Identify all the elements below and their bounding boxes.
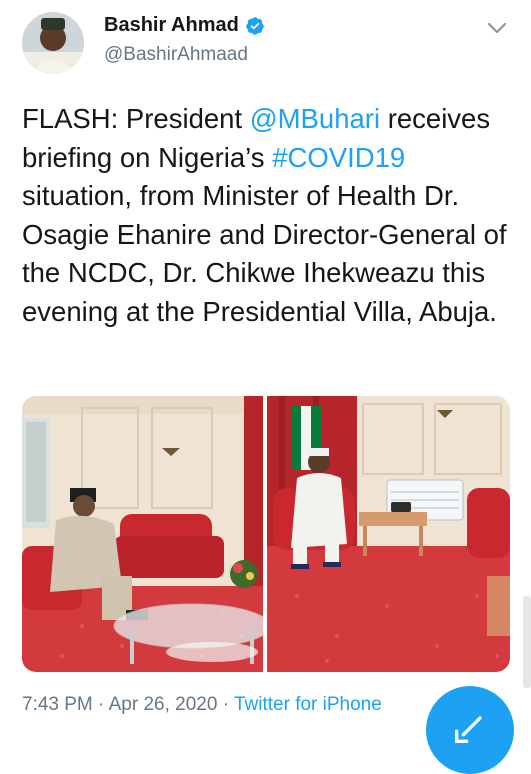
chevron-down-icon[interactable] bbox=[486, 20, 508, 36]
media-grid bbox=[22, 396, 510, 672]
compose-tweet-icon bbox=[455, 716, 482, 743]
author-handle[interactable]: @BashirAhmaad bbox=[104, 44, 248, 66]
tweet-source-link[interactable]: Twitter for iPhone bbox=[234, 694, 382, 715]
photo-1[interactable] bbox=[22, 396, 263, 672]
tweet-text-part: situation, from Minister of Health Dr. O… bbox=[22, 180, 507, 327]
meta-separator: · bbox=[92, 694, 109, 715]
briefing-photo bbox=[22, 396, 263, 672]
mention-link[interactable]: @MBuhari bbox=[250, 103, 380, 134]
author-name-row: Bashir Ahmad bbox=[104, 14, 265, 37]
president-photo bbox=[267, 396, 510, 672]
tweet-meta: 7:43 PM · Apr 26, 2020 · Twitter for iPh… bbox=[22, 694, 382, 716]
compose-tweet-button[interactable] bbox=[426, 686, 514, 774]
tweet-text: FLASH: President @MBuhari receives brief… bbox=[22, 100, 517, 331]
scrollbar[interactable] bbox=[523, 596, 531, 688]
meta-separator: · bbox=[217, 694, 234, 715]
avatar[interactable] bbox=[22, 12, 84, 74]
tweet-text-part: FLASH: President bbox=[22, 103, 250, 134]
tweet-date[interactable]: Apr 26, 2020 bbox=[109, 694, 218, 715]
tweet-time[interactable]: 7:43 PM bbox=[22, 694, 93, 715]
photo-2[interactable] bbox=[267, 396, 510, 672]
profile-avatar bbox=[22, 12, 84, 74]
verified-badge-icon bbox=[246, 16, 264, 35]
author-name[interactable]: Bashir Ahmad bbox=[104, 14, 239, 37]
hashtag-link[interactable]: #COVID19 bbox=[272, 142, 405, 173]
